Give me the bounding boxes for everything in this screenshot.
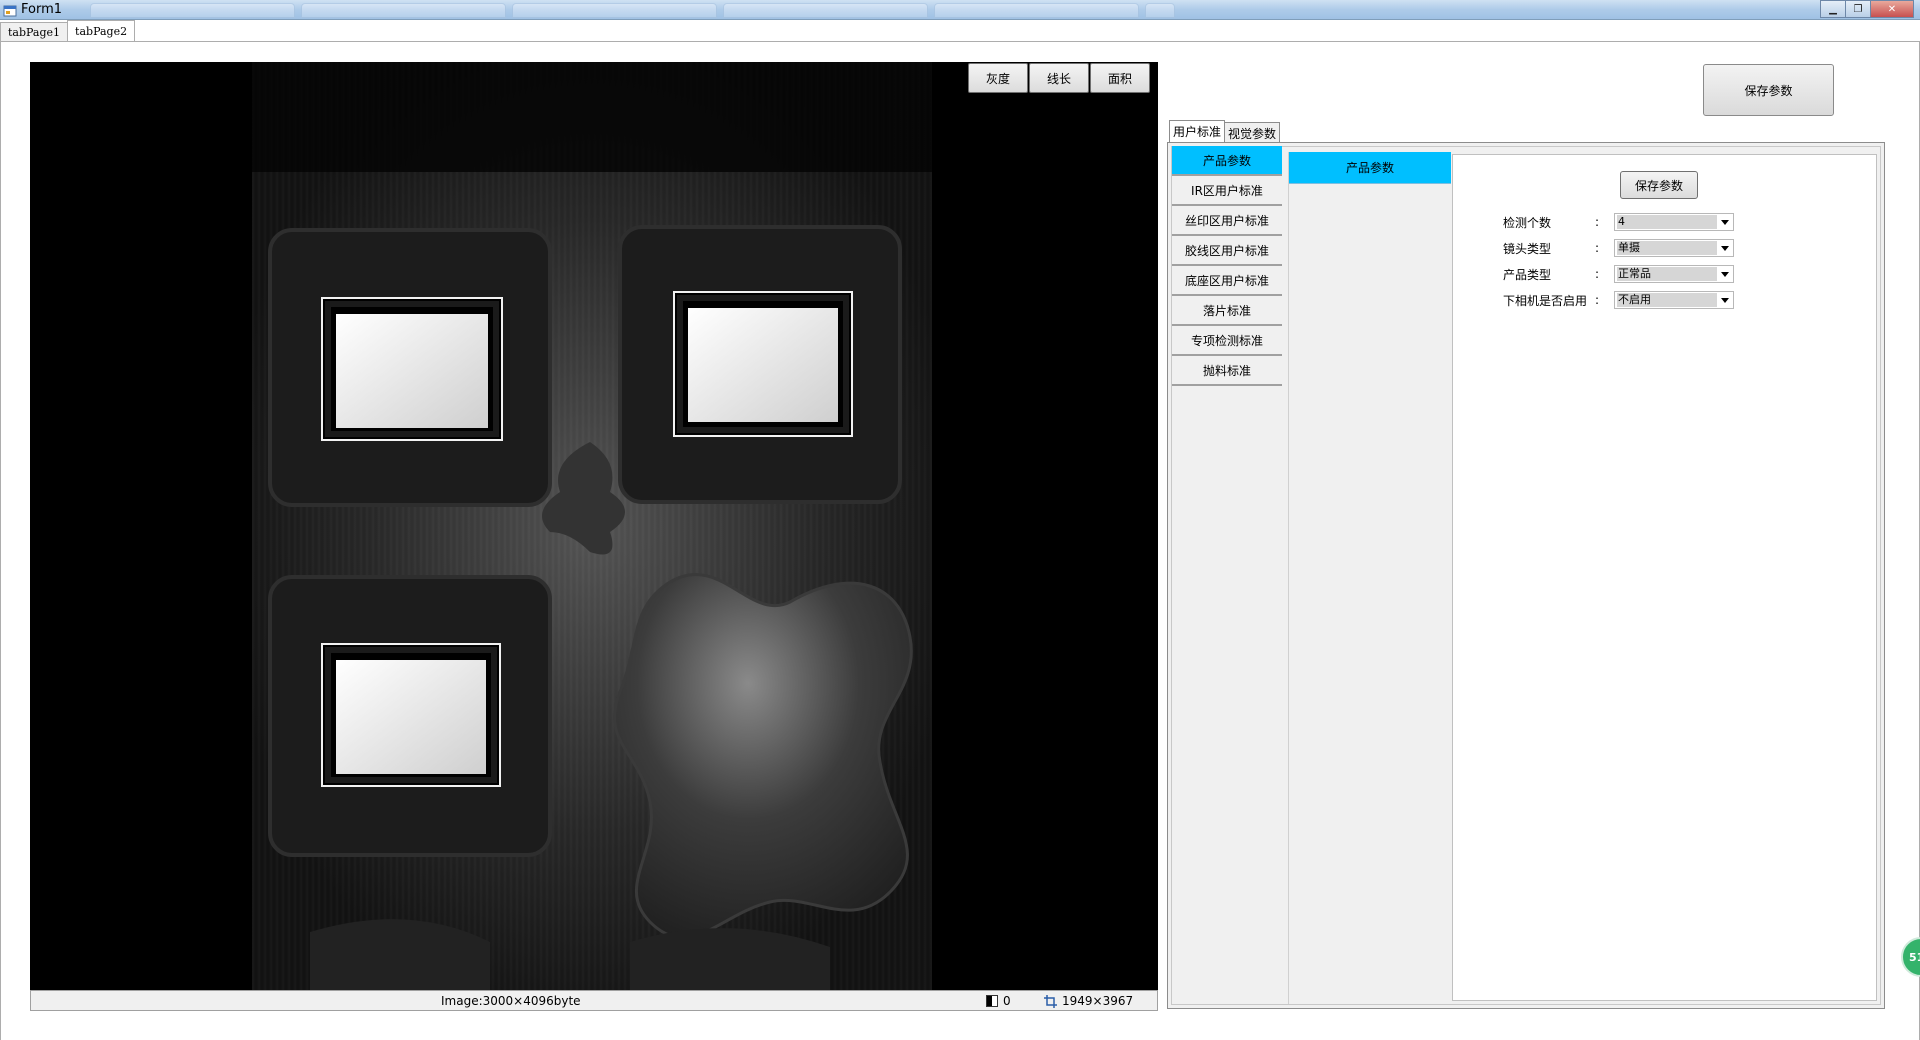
minimize-button[interactable]: ▁: [1820, 0, 1846, 18]
viewer-toolbar: 灰度 线长 面积: [968, 63, 1150, 93]
tab-page2[interactable]: tabPage2: [67, 20, 136, 41]
category-glue-standard[interactable]: 胶线区用户标准: [1172, 236, 1282, 266]
image-viewer[interactable]: 灰度 线长 面积: [30, 62, 1158, 990]
field-colon: :: [1595, 215, 1600, 229]
background-browser-tabs: [90, 3, 1175, 19]
category-ir-standard[interactable]: IR区用户标准: [1172, 176, 1282, 206]
category-drop-standard[interactable]: 落片标准: [1172, 296, 1282, 326]
category-product-params[interactable]: 产品参数: [1172, 146, 1282, 176]
lower-camera-select[interactable]: 不启用: [1614, 291, 1734, 309]
window-title: Form1: [21, 2, 63, 17]
field-label: 产品类型: [1503, 267, 1552, 282]
category-silkscreen-standard[interactable]: 丝印区用户标准: [1172, 206, 1282, 236]
settings-tab-strip: 用户标准 视觉参数: [1169, 120, 1281, 142]
cursor-coords: 1949×3967: [1062, 994, 1134, 1008]
line-length-button[interactable]: 线长: [1029, 63, 1089, 93]
field-label: 检测个数: [1503, 215, 1552, 230]
product-type-select[interactable]: 正常品: [1614, 265, 1734, 283]
field-colon: :: [1595, 267, 1600, 281]
maximize-button[interactable]: ❐: [1845, 0, 1871, 18]
form-save-button[interactable]: 保存参数: [1620, 171, 1698, 199]
tab-page1[interactable]: tabPage1: [0, 22, 69, 41]
select-value: 单摄: [1617, 241, 1717, 255]
dropdown-arrow-icon: [1721, 298, 1729, 303]
dropdown-arrow-icon: [1721, 246, 1729, 251]
image-info: Image:3000×4096byte: [441, 994, 581, 1008]
camera-image: [30, 62, 1158, 990]
field-label: 下相机是否启用: [1503, 293, 1588, 308]
close-button[interactable]: ✕: [1870, 0, 1914, 18]
main-tab-strip: tabPage1 tabPage2: [0, 20, 136, 42]
tab-vision-params[interactable]: 视觉参数: [1224, 122, 1281, 142]
dropdown-arrow-icon: [1721, 220, 1729, 225]
category-base-standard[interactable]: 底座区用户标准: [1172, 266, 1282, 296]
field-colon: :: [1595, 293, 1600, 307]
crop-icon: [1044, 994, 1057, 1008]
gray-value: 0: [1003, 994, 1011, 1008]
gray-swatch-icon: [986, 995, 998, 1007]
select-value: 不启用: [1617, 293, 1717, 307]
field-lens-type: 镜头类型 : 单摄: [1503, 238, 1734, 258]
select-value: 4: [1617, 215, 1717, 229]
category-discard-standard[interactable]: 抛料标准: [1172, 356, 1282, 386]
field-label: 镜头类型: [1503, 241, 1552, 256]
field-detect-count: 检测个数 : 4: [1503, 212, 1734, 232]
field-colon: :: [1595, 241, 1600, 255]
gray-button[interactable]: 灰度: [968, 63, 1028, 93]
lens-type-select[interactable]: 单摄: [1614, 239, 1734, 257]
field-lower-camera: 下相机是否启用 : 不启用: [1503, 290, 1734, 310]
detect-count-select[interactable]: 4: [1614, 213, 1734, 231]
category-special-standard[interactable]: 专项检测标准: [1172, 326, 1282, 356]
dropdown-arrow-icon: [1721, 272, 1729, 277]
area-button[interactable]: 面积: [1090, 63, 1150, 93]
tab-user-standard[interactable]: 用户标准: [1169, 120, 1226, 142]
field-product-type: 产品类型 : 正常品: [1503, 264, 1734, 284]
select-value: 正常品: [1617, 267, 1717, 281]
save-params-button[interactable]: 保存参数: [1703, 64, 1834, 116]
app-icon: [3, 5, 17, 17]
sub-category-column: 产品参数: [1288, 152, 1451, 1004]
viewer-status-bar: Image:3000×4096byte 0 1949×3967: [30, 990, 1158, 1011]
title-bar: Form1 ▁ ❐ ✕: [0, 0, 1920, 20]
sub-item-product-params[interactable]: 产品参数: [1289, 152, 1451, 184]
category-list: 产品参数 IR区用户标准 丝印区用户标准 胶线区用户标准 底座区用户标准 落片标…: [1172, 146, 1283, 386]
